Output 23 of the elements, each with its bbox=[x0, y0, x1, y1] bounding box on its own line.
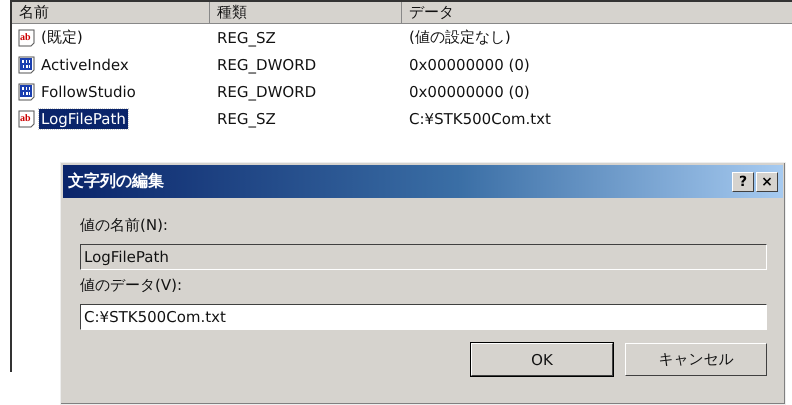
dialog-button[interactable]: キャンセル bbox=[625, 343, 767, 376]
column-header[interactable]: データ bbox=[402, 2, 792, 23]
dialog-title: 文字列の編集 bbox=[68, 171, 164, 192]
value-type: REG_SZ bbox=[216, 110, 277, 128]
value-type: REG_DWORD bbox=[216, 56, 318, 74]
value-type: REG_SZ bbox=[216, 28, 277, 46]
column-header[interactable]: 種類 bbox=[210, 2, 402, 23]
value-data: 0x00000000 (0) bbox=[408, 56, 531, 74]
field-label: 値のデータ(V): bbox=[80, 275, 184, 296]
value-name[interactable]: ActiveIndex bbox=[39, 54, 131, 74]
help-button[interactable]: ? bbox=[732, 172, 754, 192]
value-name[interactable]: LogFilePath bbox=[39, 108, 128, 128]
value-name[interactable]: (既定) bbox=[39, 27, 85, 48]
value-name[interactable]: FollowStudio bbox=[39, 82, 138, 102]
value-data: (値の設定なし) bbox=[408, 28, 512, 47]
dialog-button[interactable]: OK bbox=[471, 343, 613, 376]
close-button[interactable]: × bbox=[756, 172, 778, 192]
value-data: C:¥STK500Com.txt bbox=[408, 110, 552, 128]
field-label: 値の名前(N): bbox=[80, 215, 169, 236]
value-type: REG_DWORD bbox=[216, 82, 318, 100]
value-data: 0x00000000 (0) bbox=[408, 82, 531, 100]
column-header[interactable]: 名前 bbox=[12, 2, 210, 23]
input-field[interactable]: C:¥STK500Com.txt bbox=[80, 304, 767, 330]
